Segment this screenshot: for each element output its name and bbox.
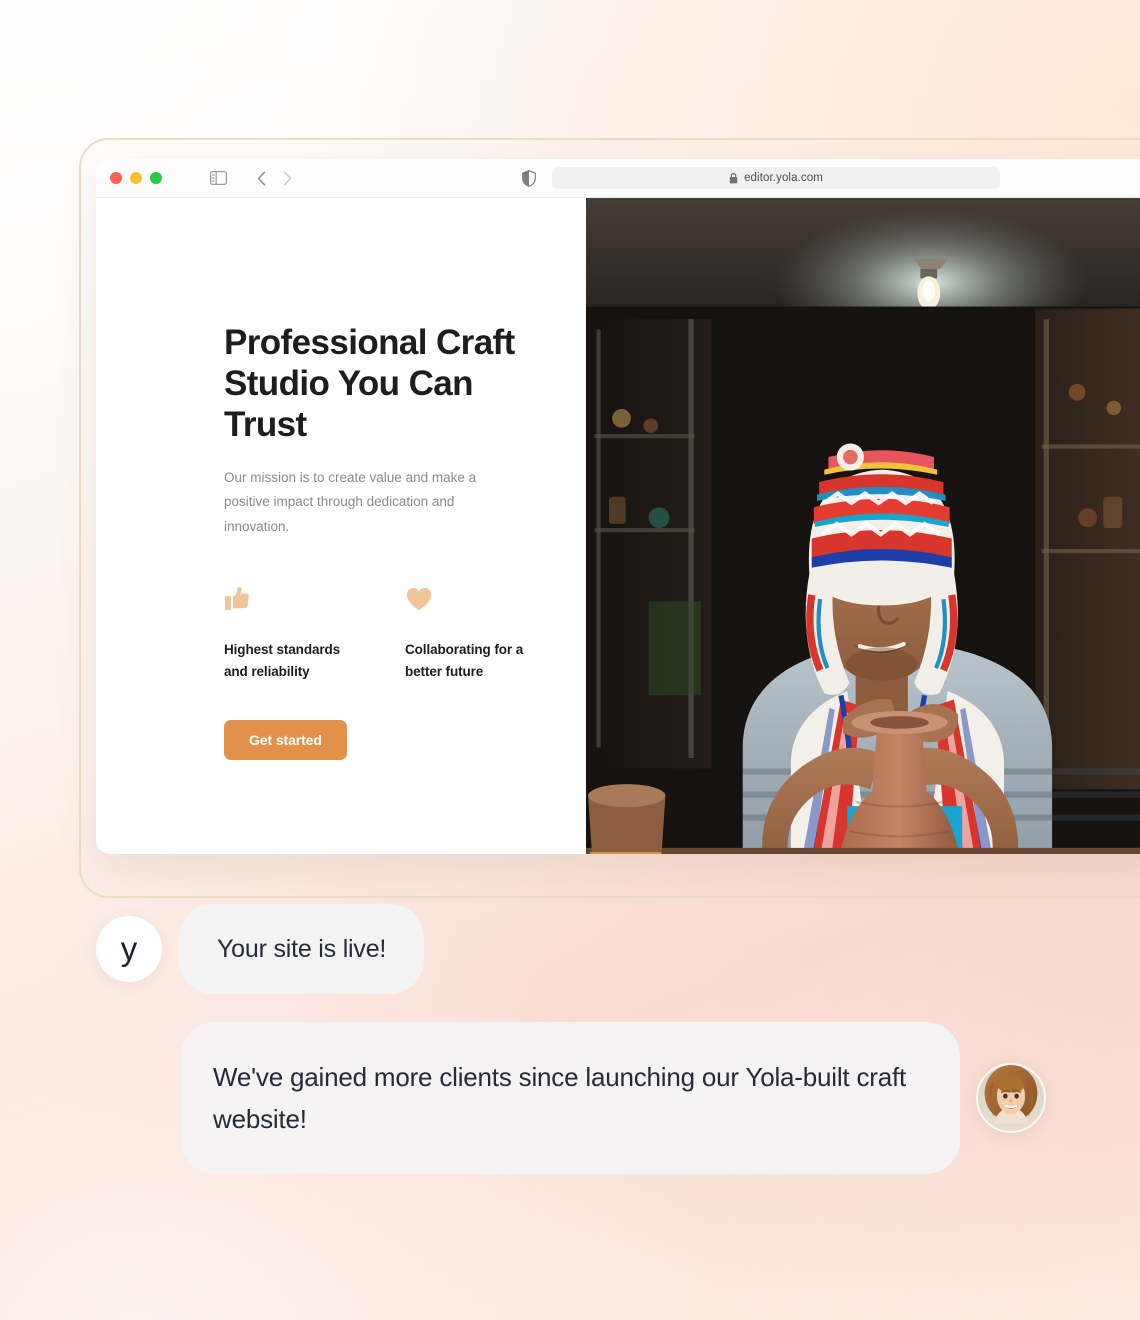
- page-title: Professional Craft Studio You Can Trust: [224, 323, 515, 444]
- feature-list: Highest standards and reliability Collab…: [224, 585, 586, 683]
- feature-label: Highest standards and reliability: [224, 641, 341, 679]
- maximize-window-button[interactable]: [150, 172, 162, 184]
- hero-subtitle: Our mission is to create value and make …: [224, 469, 477, 534]
- get-started-button[interactable]: Get started: [224, 719, 347, 760]
- chat-bubble: We've gained more clients since launchin…: [181, 1022, 960, 1175]
- hero-text-column: Professional Craft Studio You Can Trust …: [96, 198, 586, 854]
- hero-photo-panel: [586, 198, 1140, 854]
- chevron-left-icon[interactable]: [257, 170, 266, 186]
- browser-toolbar: editor.yola.com: [96, 159, 1140, 198]
- address-bar[interactable]: editor.yola.com: [552, 167, 1000, 189]
- feature-item: Highest standards and reliability: [224, 585, 359, 683]
- chevron-right-icon[interactable]: [283, 170, 292, 186]
- feature-item: Collaborating for a better future: [405, 585, 540, 683]
- minimize-window-button[interactable]: [130, 172, 142, 184]
- client-photo-avatar: [976, 1063, 1046, 1134]
- avatar-portrait: [978, 1065, 1044, 1132]
- shield-icon[interactable]: [522, 169, 536, 187]
- potter-photo: [586, 198, 1140, 854]
- url-text: editor.yola.com: [744, 172, 823, 184]
- yola-logo-avatar: y: [96, 916, 162, 982]
- sidebar-toggle-icon[interactable]: [210, 171, 227, 185]
- avatar-letter: y: [120, 929, 138, 967]
- website-preview: Professional Craft Studio You Can Trust …: [96, 198, 1140, 854]
- chat-bubble: Your site is live!: [179, 904, 425, 994]
- window-controls[interactable]: [110, 172, 162, 184]
- thumbs-up-icon: [224, 585, 359, 617]
- close-window-button[interactable]: [110, 172, 122, 184]
- heart-icon: [405, 585, 540, 617]
- chat-message: y Your site is live!: [96, 904, 425, 994]
- chat-message: We've gained more clients since launchin…: [181, 1022, 1053, 1175]
- browser-window: editor.yola.com Professional Craft Studi…: [96, 159, 1140, 854]
- lock-icon: [729, 172, 738, 184]
- feature-label: Collaborating for a better future: [405, 641, 524, 679]
